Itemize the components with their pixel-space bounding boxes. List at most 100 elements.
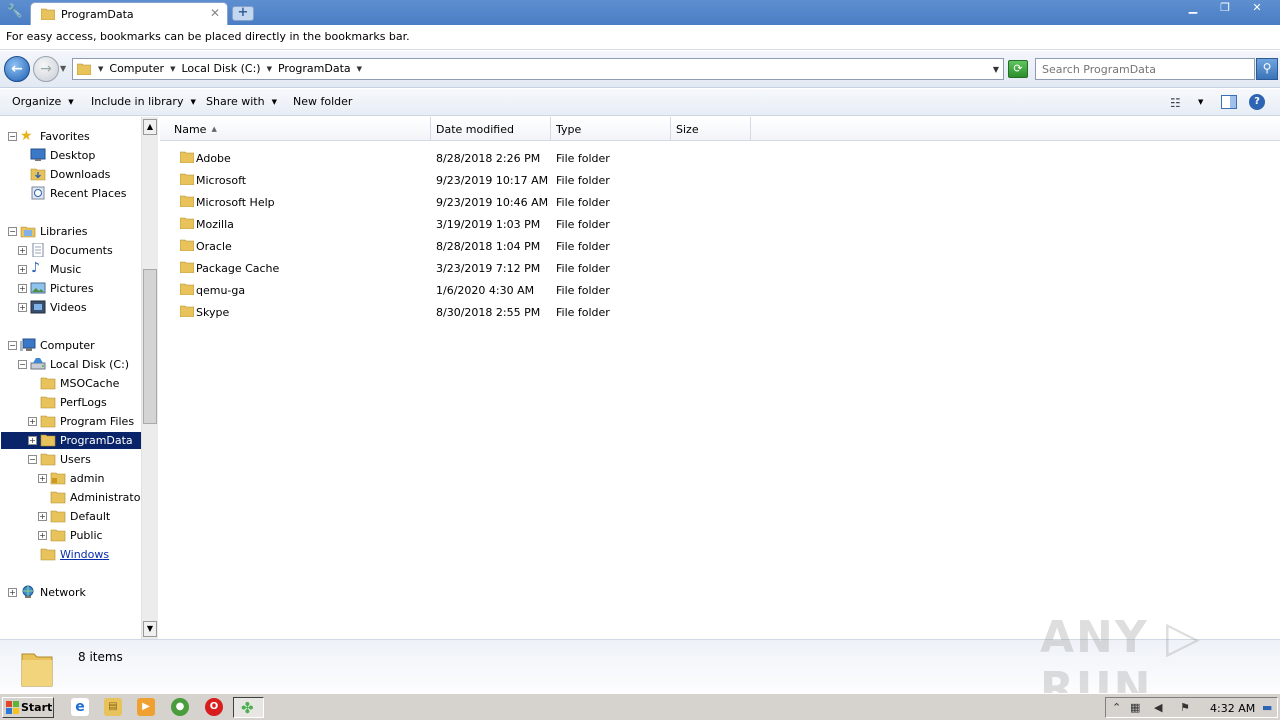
tab-programdata[interactable]: ProgramData ✕ bbox=[30, 2, 228, 25]
item-count: 8 items bbox=[78, 650, 123, 664]
column-name[interactable]: Name ▲ bbox=[160, 117, 431, 141]
help-icon[interactable]: ? bbox=[1249, 94, 1265, 110]
wrench-menu-icon[interactable]: 🔧 bbox=[4, 2, 26, 22]
new-tab-button[interactable]: + bbox=[232, 6, 254, 21]
internet-explorer-icon[interactable]: e bbox=[71, 698, 89, 716]
expand-icon[interactable]: + bbox=[18, 303, 27, 312]
media-player-icon[interactable]: ▶ bbox=[137, 698, 155, 716]
tree-label: Users bbox=[60, 453, 91, 466]
address-history-dropdown-icon[interactable]: ▼ bbox=[993, 65, 999, 74]
share-with-button[interactable]: Share with ▼ bbox=[206, 95, 277, 108]
folder-icon bbox=[77, 63, 91, 75]
chevron-down-icon[interactable]: ▼ bbox=[266, 62, 273, 76]
new-folder-button[interactable]: New folder bbox=[293, 95, 352, 108]
expand-icon[interactable]: + bbox=[38, 474, 47, 483]
chevron-down-icon[interactable]: ▼ bbox=[97, 62, 104, 76]
documents-icon bbox=[32, 243, 44, 257]
show-desktop-icon[interactable]: ▬ bbox=[1262, 701, 1272, 714]
collapse-icon[interactable]: − bbox=[28, 455, 37, 464]
expand-icon[interactable]: + bbox=[28, 417, 37, 426]
maximize-button[interactable]: ❐ bbox=[1210, 0, 1240, 17]
tray-expand-icon[interactable]: ⌃ bbox=[1112, 701, 1121, 714]
collapse-icon[interactable]: − bbox=[8, 341, 17, 350]
clock[interactable]: 4:32 AM bbox=[1210, 702, 1255, 715]
view-options-dropdown-icon[interactable]: ▼ bbox=[1198, 98, 1203, 106]
start-button[interactable]: Start bbox=[2, 697, 54, 718]
file-type: File folder bbox=[556, 218, 610, 231]
search-input[interactable] bbox=[1036, 59, 1254, 79]
back-button[interactable]: ← bbox=[4, 56, 30, 82]
file-type: File folder bbox=[556, 174, 610, 187]
tab-title: ProgramData bbox=[61, 8, 134, 21]
collapse-icon[interactable]: − bbox=[18, 360, 27, 369]
expand-icon[interactable]: + bbox=[28, 436, 37, 445]
address-bar[interactable]: ▼ Computer ▼ Local Disk (C:) ▼ ProgramDa… bbox=[72, 58, 1004, 80]
tree-label: ProgramData bbox=[57, 433, 136, 448]
organize-label: Organize bbox=[12, 95, 62, 108]
change-view-icon[interactable]: ☷ bbox=[1170, 96, 1181, 110]
minimize-button[interactable]: ▁ bbox=[1178, 0, 1208, 17]
chevron-down-icon[interactable]: ▼ bbox=[169, 62, 176, 76]
file-row[interactable]: Microsoft 9/23/2019 10:17 AM File folder bbox=[176, 169, 646, 191]
file-explorer-icon[interactable]: ▤ bbox=[104, 698, 122, 716]
breadcrumb-local-disk[interactable]: Local Disk (C:) bbox=[176, 62, 265, 76]
forward-button[interactable]: → bbox=[33, 56, 59, 82]
file-type: File folder bbox=[556, 262, 610, 275]
nav-scrollbar[interactable]: ▲ ▼ bbox=[141, 117, 158, 639]
file-date: 3/23/2019 7:12 PM bbox=[436, 262, 541, 275]
column-header-row: Name ▲ Date modified Type Size bbox=[160, 117, 1280, 141]
scroll-down-icon[interactable]: ▼ bbox=[143, 621, 157, 637]
action-center-flag-icon[interactable]: ⚑ bbox=[1180, 701, 1190, 714]
close-button[interactable]: ✕ bbox=[1242, 0, 1272, 17]
opera-icon[interactable]: O bbox=[205, 698, 223, 716]
file-row[interactable]: Microsoft Help 9/23/2019 10:46 AM File f… bbox=[176, 191, 646, 213]
file-name: Package Cache bbox=[196, 262, 280, 275]
expand-icon[interactable]: + bbox=[38, 531, 47, 540]
volume-icon[interactable]: ◀ bbox=[1154, 701, 1162, 714]
expand-icon[interactable]: + bbox=[18, 284, 27, 293]
tab-close-icon[interactable]: ✕ bbox=[210, 6, 220, 20]
recent-pages-dropdown-icon[interactable]: ▼ bbox=[60, 64, 66, 73]
expand-icon[interactable]: + bbox=[18, 246, 27, 255]
chrome-icon[interactable]: ● bbox=[171, 698, 189, 716]
file-row[interactable]: Package Cache 3/23/2019 7:12 PM File fol… bbox=[176, 257, 646, 279]
file-row[interactable]: Adobe 8/28/2018 2:26 PM File folder bbox=[176, 147, 646, 169]
refresh-button[interactable]: ⟳ bbox=[1008, 60, 1028, 78]
collapse-icon[interactable]: − bbox=[8, 227, 17, 236]
folder-icon bbox=[180, 261, 194, 273]
search-button[interactable]: ⚲ bbox=[1256, 58, 1278, 80]
downloads-folder-icon bbox=[30, 168, 46, 181]
file-row[interactable]: qemu-ga 1/6/2020 4:30 AM File folder bbox=[176, 279, 646, 301]
tree-label: Desktop bbox=[50, 149, 96, 162]
file-date: 8/30/2018 2:55 PM bbox=[436, 306, 541, 319]
breadcrumb-programdata[interactable]: ProgramData bbox=[273, 62, 356, 76]
computer-icon bbox=[20, 338, 36, 351]
folder-icon bbox=[50, 491, 66, 504]
breadcrumb-computer[interactable]: Computer bbox=[104, 62, 169, 76]
column-date-modified[interactable]: Date modified bbox=[431, 117, 551, 141]
preview-pane-icon[interactable] bbox=[1221, 95, 1237, 109]
expand-icon[interactable]: + bbox=[8, 588, 17, 597]
scroll-up-icon[interactable]: ▲ bbox=[143, 119, 157, 135]
expand-icon[interactable]: + bbox=[18, 265, 27, 274]
tree-label: Libraries bbox=[40, 225, 88, 238]
command-bar: Organize ▼ Include in library ▼ Share with… bbox=[0, 89, 1280, 116]
file-row[interactable]: Skype 8/30/2018 2:55 PM File folder bbox=[176, 301, 646, 323]
network-tray-icon[interactable]: ▦ bbox=[1130, 701, 1140, 714]
file-date: 9/23/2019 10:17 AM bbox=[436, 174, 549, 187]
expand-icon[interactable]: + bbox=[38, 512, 47, 521]
tree-label: Recent Places bbox=[50, 187, 127, 200]
column-type[interactable]: Type bbox=[551, 117, 671, 141]
active-task-button[interactable]: ✤ bbox=[233, 697, 264, 718]
collapse-icon[interactable]: − bbox=[8, 132, 17, 141]
file-row[interactable]: Oracle 8/28/2018 1:04 PM File folder bbox=[176, 235, 646, 257]
file-row[interactable]: Mozilla 3/19/2019 1:03 PM File folder bbox=[176, 213, 646, 235]
scroll-thumb[interactable] bbox=[143, 269, 157, 424]
organize-button[interactable]: Organize ▼ bbox=[12, 95, 74, 108]
system-tray: ⌃ ▦ ◀ ⚑ 4:32 AM ▬ bbox=[1105, 697, 1278, 718]
browser-tab-strip: 🔧 ProgramData ✕ + ▁ ❐ ✕ bbox=[0, 0, 1280, 25]
column-size[interactable]: Size bbox=[671, 117, 751, 141]
chevron-down-icon[interactable]: ▼ bbox=[356, 62, 363, 76]
include-in-library-button[interactable]: Include in library ▼ bbox=[91, 95, 196, 108]
file-date: 8/28/2018 1:04 PM bbox=[436, 240, 541, 253]
